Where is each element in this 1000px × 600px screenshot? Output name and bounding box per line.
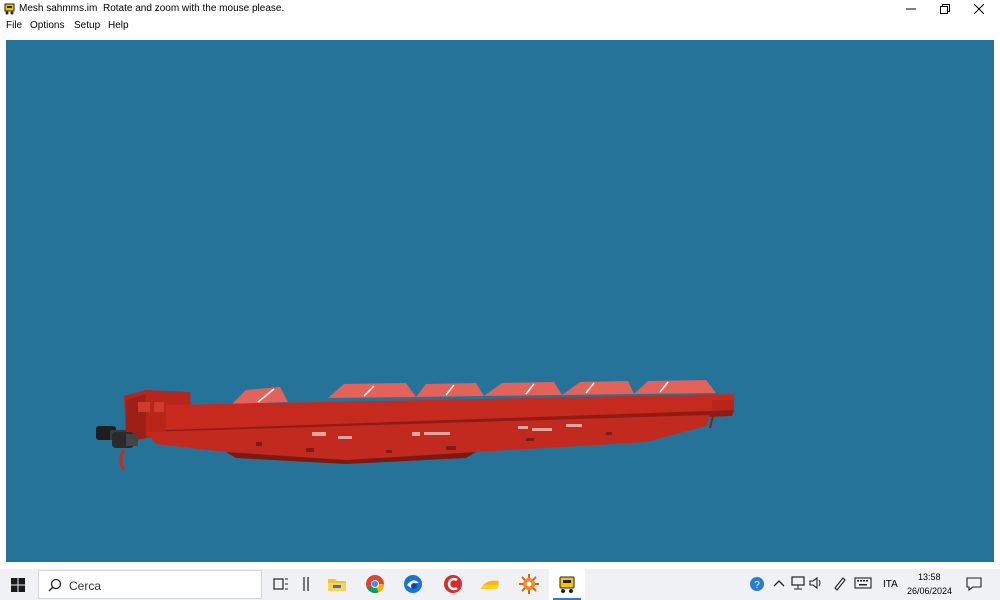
thunderbird-icon[interactable] [402,573,424,595]
xnview-icon[interactable] [518,573,540,595]
wagon-model [96,380,734,471]
app-icon [4,3,15,15]
keyboard-icon[interactable] [854,576,872,590]
restore-icon [940,4,950,14]
folder-app-icon[interactable] [479,573,501,595]
help-tray-icon[interactable]: ? [748,575,766,593]
window-hint: Rotate and zoom with the mouse please. [103,3,285,14]
wagon-buffers [96,426,138,471]
network-icon[interactable] [790,575,806,591]
menu-bar: File Options Setup Help [0,18,1000,34]
window-title: Mesh sahmms.im [19,3,98,14]
notification-icon[interactable] [966,576,982,592]
task-view-icon[interactable] [270,573,292,595]
menu-file[interactable]: File [6,20,22,31]
clock-date[interactable]: 26/06/2024 [907,586,952,596]
volume-icon[interactable] [808,575,824,591]
start-button[interactable] [0,569,36,600]
close-icon [974,4,984,14]
language-indicator[interactable]: ITA [883,579,898,590]
minimize-icon [906,8,916,10]
ccleaner-icon[interactable] [442,573,464,595]
svg-text:?: ? [754,580,760,591]
chrome-icon[interactable] [364,573,386,595]
close-button[interactable] [962,0,996,18]
minimize-button[interactable] [894,0,928,18]
title-bar[interactable]: Mesh sahmms.im Rotate and zoom with the … [0,0,1000,18]
menu-help[interactable]: Help [108,20,129,31]
chevron-up-icon[interactable] [772,577,786,591]
menu-setup[interactable]: Setup [74,20,100,31]
restore-button[interactable] [928,0,962,18]
search-placeholder: Cerca [69,579,102,593]
3d-viewport[interactable] [6,40,994,562]
search-box[interactable]: Cerca [38,570,262,599]
search-icon [48,578,62,592]
taskbar: Cerca ? ITA 13:58 26/06/2024 [0,569,1000,600]
widgets-icon[interactable] [296,573,318,595]
file-explorer-icon[interactable] [326,573,348,595]
pen-icon[interactable] [832,575,848,591]
mesh-viewer-icon [559,576,575,593]
wagon-far-end [712,400,734,410]
clock-time[interactable]: 13:58 [918,572,941,582]
menu-options[interactable]: Options [30,20,64,31]
windows-icon [11,577,25,592]
active-app-slot[interactable] [549,569,585,600]
